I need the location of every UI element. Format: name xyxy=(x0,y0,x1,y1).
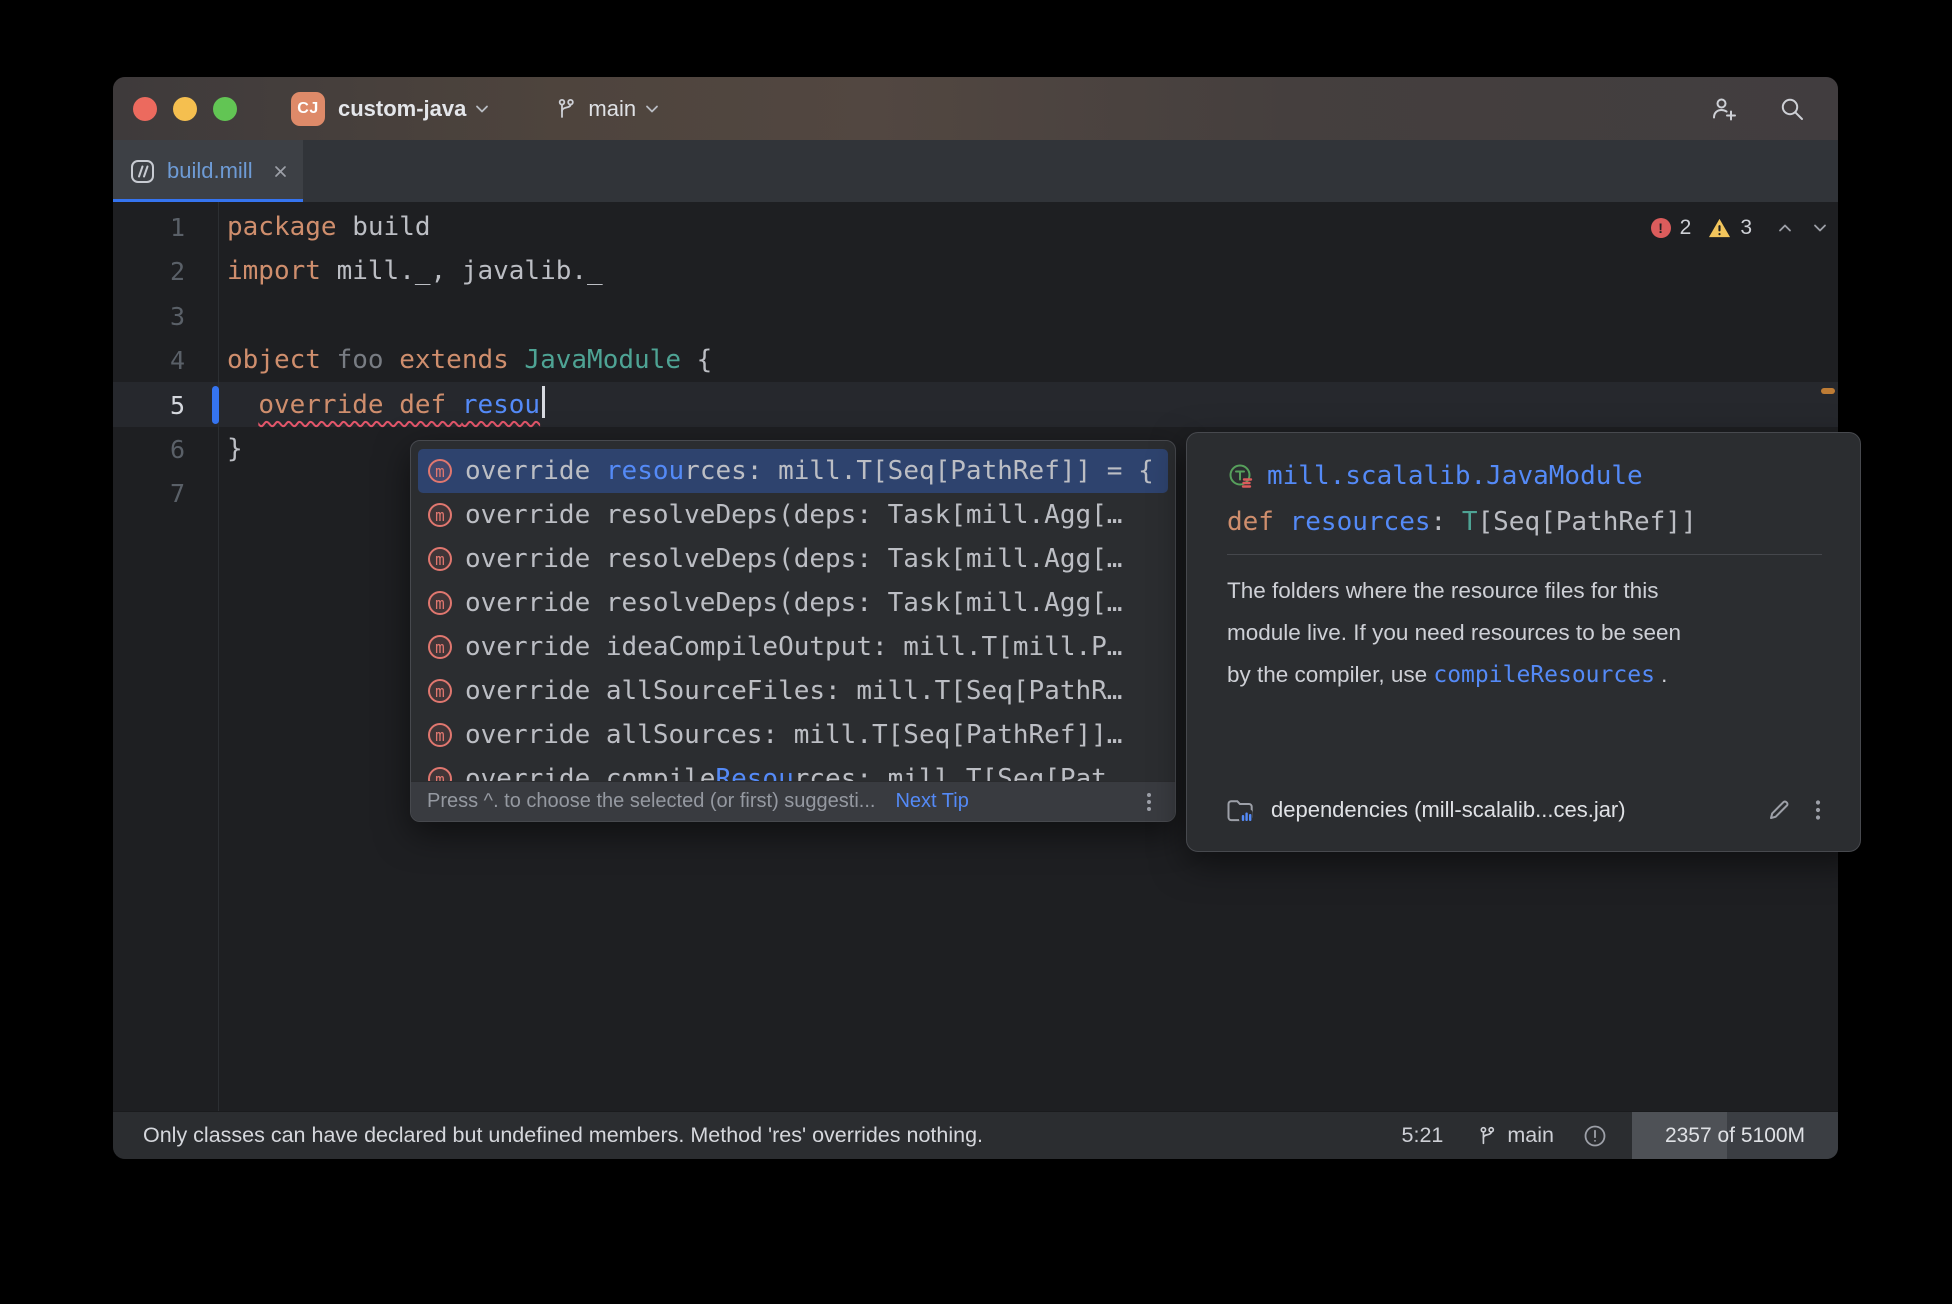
completion-item[interactable]: moverride resources: mill.T[Seq[PathRef]… xyxy=(418,449,1168,493)
fullscreen-window-button[interactable] xyxy=(213,97,237,121)
completion-item[interactable]: moverride ideaCompileOutput: mill.T[mill… xyxy=(418,625,1168,669)
code-text: package build xyxy=(227,205,431,250)
code-line-5[interactable]: 5 override def resou xyxy=(113,383,1838,428)
screen: { "titlebar": { "project_badge": "CJ", "… xyxy=(0,0,1952,1304)
code-with-me-icon[interactable] xyxy=(1708,94,1738,124)
method-icon: m xyxy=(428,635,452,659)
doc-header: mill.scalalib.JavaModule xyxy=(1227,461,1822,491)
code-line-1[interactable]: 1 package build xyxy=(113,205,1838,250)
dependency-label: dependencies (mill-scalalib...ces.jar) xyxy=(1271,797,1626,823)
next-problem-icon[interactable] xyxy=(1810,218,1830,238)
ide-window: CJ custom-java main xyxy=(113,77,1838,1159)
line-number: 2 xyxy=(113,257,185,286)
code-text: object foo extends JavaModule { xyxy=(227,338,712,383)
status-message: Only classes can have declared but undef… xyxy=(143,1123,983,1148)
git-branch-icon xyxy=(1477,1125,1499,1147)
project-name: custom-java xyxy=(338,96,466,122)
project-switcher[interactable]: CJ custom-java xyxy=(291,92,491,126)
doc-signature: def resources: T[Seq[PathRef]] xyxy=(1227,507,1822,537)
titlebar: CJ custom-java main xyxy=(113,77,1838,140)
method-icon: m xyxy=(428,723,452,747)
code-text: override def resou xyxy=(227,383,545,428)
kebab-menu-icon[interactable] xyxy=(1139,791,1159,813)
status-branch-widget[interactable]: main xyxy=(1477,1123,1554,1148)
method-icon: m xyxy=(428,503,452,527)
doc-dependency-row[interactable]: dependencies (mill-scalalib...ces.jar) xyxy=(1225,795,1828,825)
close-tab-icon[interactable] xyxy=(272,163,289,180)
method-icon: m xyxy=(428,459,452,483)
method-icon: m xyxy=(428,767,452,781)
error-icon: ! xyxy=(1651,218,1671,238)
status-branch-name: main xyxy=(1507,1123,1554,1148)
titlebar-actions xyxy=(1708,94,1816,124)
text-caret xyxy=(542,386,545,418)
edit-icon[interactable] xyxy=(1766,797,1792,823)
line-number: 6 xyxy=(113,435,185,464)
memory-usage-text: 2357 of 5100M xyxy=(1632,1112,1838,1159)
kebab-menu-icon[interactable] xyxy=(1808,798,1828,822)
completion-item[interactable]: moverride resolveDeps(deps: Task[mill.Ag… xyxy=(418,537,1168,581)
tab-label: build.mill xyxy=(167,158,261,184)
line-number: 3 xyxy=(113,302,185,331)
completion-footer: Press ^. to choose the selected (or firs… xyxy=(411,781,1175,821)
warning-icon xyxy=(1708,217,1731,239)
scrollbar-warning-stripe xyxy=(1821,388,1835,394)
completion-popup: moverride resources: mill.T[Seq[PathRef]… xyxy=(410,440,1176,822)
previous-problem-icon[interactable] xyxy=(1775,218,1795,238)
code-line-3[interactable]: 3 xyxy=(113,294,1838,339)
branch-widget[interactable]: main xyxy=(555,96,661,122)
next-tip-link[interactable]: Next Tip xyxy=(895,790,968,813)
doc-description-line: module live. If you need resources to be… xyxy=(1227,612,1822,654)
method-icon: m xyxy=(428,591,452,615)
status-bar: Only classes can have declared but undef… xyxy=(113,1111,1838,1159)
code-text: import mill._, javalib._ xyxy=(227,249,603,294)
close-window-button[interactable] xyxy=(133,97,157,121)
completion-item[interactable]: moverride compileResources: mill.T[Seq[P… xyxy=(418,757,1168,781)
minimize-window-button[interactable] xyxy=(173,97,197,121)
library-folder-icon xyxy=(1225,795,1255,825)
line-number: 7 xyxy=(113,479,185,508)
memory-indicator[interactable]: 2357 of 5100M xyxy=(1632,1112,1838,1159)
inspections-widget[interactable]: ! 2 3 xyxy=(1651,216,1830,240)
line-number: 5 xyxy=(113,391,185,420)
window-controls xyxy=(133,97,237,121)
branch-name: main xyxy=(588,96,636,122)
doc-separator xyxy=(1227,554,1822,555)
project-avatar: CJ xyxy=(291,92,325,126)
error-count: 2 xyxy=(1680,216,1692,240)
doc-description-line: by the compiler, use compileResources . xyxy=(1227,654,1822,696)
method-icon: m xyxy=(428,547,452,571)
editor-tab-bar: build.mill xyxy=(113,140,1838,202)
line-number: 1 xyxy=(113,213,185,242)
code-editor[interactable]: 1 package build 2 import mill._, javalib._ 3… xyxy=(113,202,1838,1111)
warning-count: 3 xyxy=(1740,216,1752,240)
mill-file-icon xyxy=(129,158,156,185)
scala-trait-icon xyxy=(1227,462,1255,490)
documentation-popup: mill.scalalib.JavaModule def resources: … xyxy=(1186,432,1861,852)
problems-icon[interactable] xyxy=(1582,1123,1608,1149)
code-line-4[interactable]: 4 object foo extends JavaModule { xyxy=(113,338,1838,383)
tab-build-mill[interactable]: build.mill xyxy=(113,140,303,202)
caret-position[interactable]: 5:21 xyxy=(1402,1123,1444,1148)
code-text: } xyxy=(227,427,243,472)
doc-description: The folders where the resource files for… xyxy=(1227,570,1822,696)
code-line-2[interactable]: 2 import mill._, javalib._ xyxy=(113,249,1838,294)
search-icon[interactable] xyxy=(1778,95,1806,123)
completion-hint: Press ^. to choose the selected (or firs… xyxy=(427,790,875,813)
chevron-down-icon xyxy=(643,100,661,118)
completion-item[interactable]: moverride resolveDeps(deps: Task[mill.Ag… xyxy=(418,581,1168,625)
method-icon: m xyxy=(428,679,452,703)
git-branch-icon xyxy=(555,97,579,121)
line-number: 4 xyxy=(113,346,185,375)
completion-item[interactable]: moverride allSources: mill.T[Seq[PathRef… xyxy=(418,713,1168,757)
compile-resources-link[interactable]: compileResources xyxy=(1433,662,1655,688)
completion-item[interactable]: moverride resolveDeps(deps: Task[mill.Ag… xyxy=(418,493,1168,537)
doc-description-line: The folders where the resource files for… xyxy=(1227,570,1822,612)
doc-type-path[interactable]: mill.scalalib.JavaModule xyxy=(1267,461,1643,491)
completion-item[interactable]: moverride allSourceFiles: mill.T[Seq[Pat… xyxy=(418,669,1168,713)
chevron-down-icon xyxy=(473,100,491,118)
